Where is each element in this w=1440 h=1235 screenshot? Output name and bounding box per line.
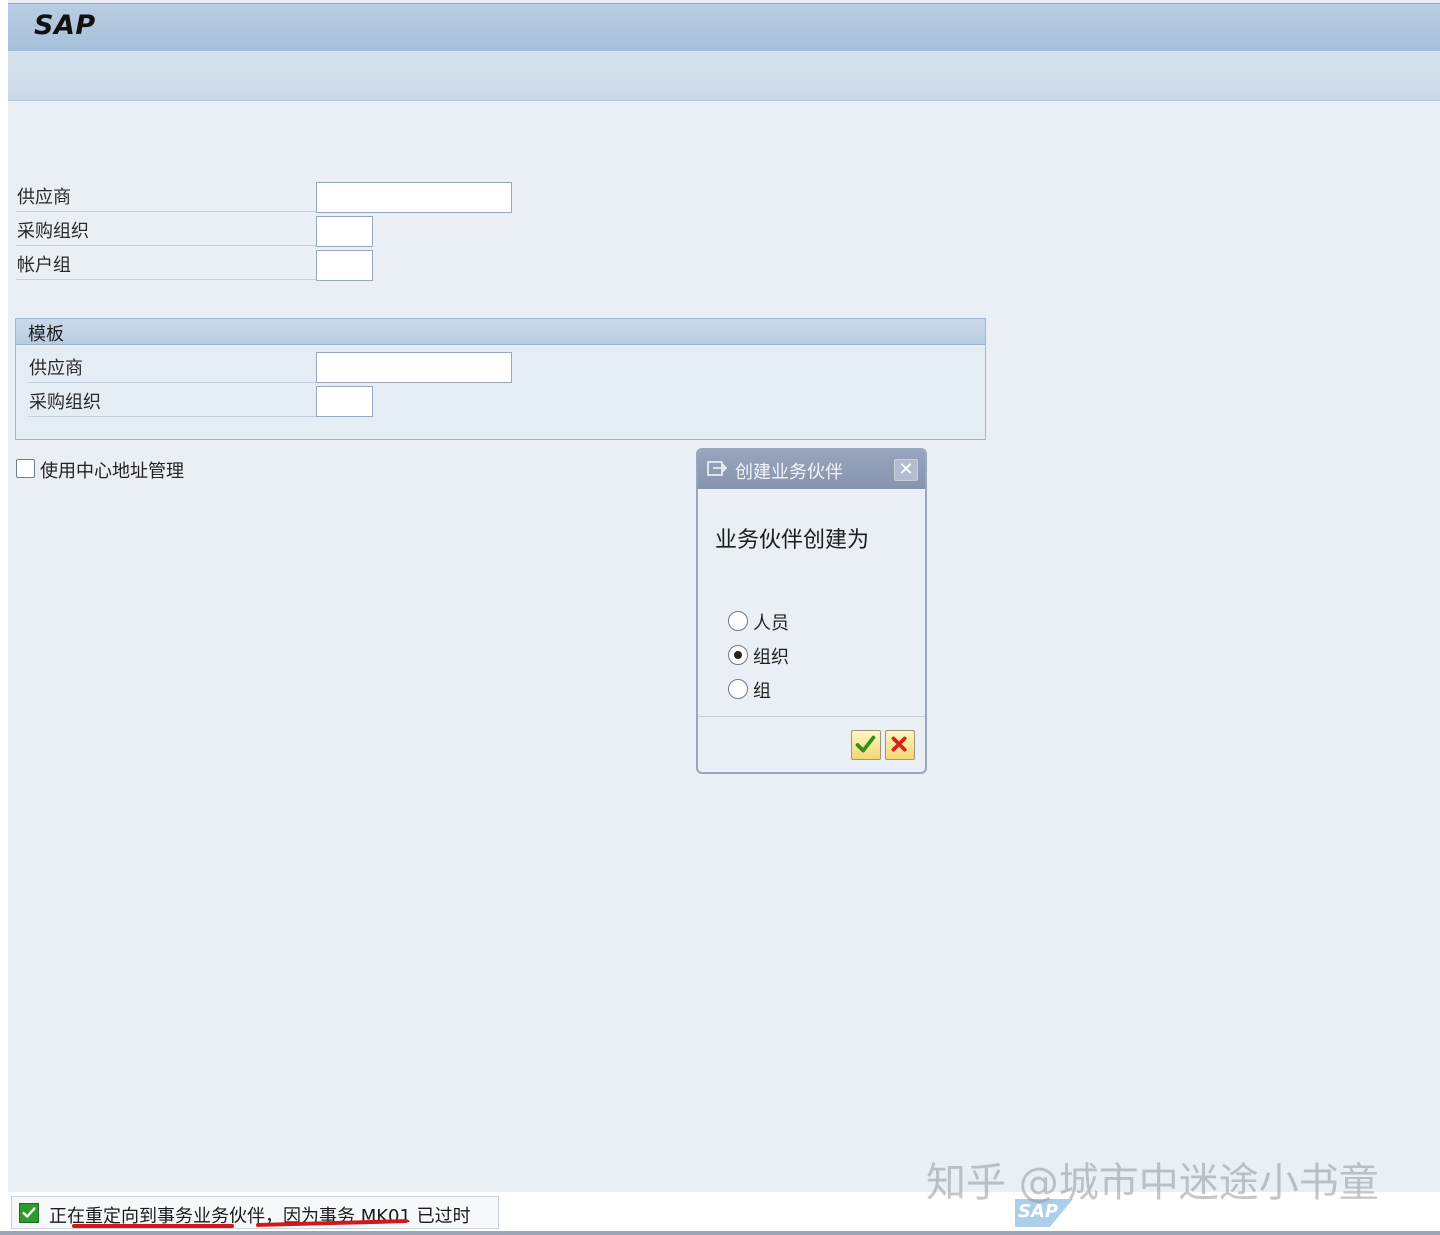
vendor-label: 供应商 <box>16 184 316 212</box>
central-address-label: 使用中心地址管理 <box>40 461 184 482</box>
radio-group[interactable] <box>728 679 748 699</box>
dialog-heading: 业务伙伴创建为 <box>715 528 870 553</box>
zhihu-watermark: 知乎 @城市中迷途小书童 <box>926 1160 1379 1206</box>
template-purch-org-label: 采购组织 <box>28 389 316 417</box>
account-group-input[interactable] <box>316 250 373 281</box>
success-check-icon <box>19 1203 39 1223</box>
template-purch-org-input[interactable] <box>316 386 373 417</box>
title-bar: SAP <box>8 3 1440 51</box>
account-group-label: 帐户组 <box>16 252 316 280</box>
bottom-strip <box>0 1231 1440 1235</box>
template-group-header: 模板 <box>16 319 985 345</box>
dialog-header: 创建业务伙伴 ✕ <box>698 450 925 489</box>
cancel-button[interactable] <box>885 730 915 760</box>
template-vendor-label: 供应商 <box>28 355 316 383</box>
dialog-title: 创建业务伙伴 <box>735 462 843 483</box>
window-title: SAP <box>34 10 96 41</box>
application-toolbar <box>8 51 1440 101</box>
radio-organization[interactable] <box>728 645 748 665</box>
vendor-input[interactable] <box>316 182 512 213</box>
central-address-checkbox[interactable] <box>16 459 35 478</box>
radio-person[interactable] <box>728 611 748 631</box>
purch-org-input[interactable] <box>316 216 373 247</box>
purch-org-label: 采购组织 <box>16 218 316 246</box>
confirm-button[interactable] <box>851 730 881 760</box>
cancel-x-icon <box>891 736 907 752</box>
dialog-window-icon <box>707 461 727 476</box>
annotation-underline-1 <box>72 1224 234 1228</box>
template-vendor-input[interactable] <box>316 352 512 383</box>
template-group-title: 模板 <box>28 324 64 345</box>
radio-organization-label: 组织 <box>753 647 789 668</box>
radio-person-label: 人员 <box>753 613 789 634</box>
radio-group-label: 组 <box>753 681 771 702</box>
close-icon[interactable]: ✕ <box>894 459 918 481</box>
create-bp-dialog: 创建业务伙伴 ✕ 业务伙伴创建为 人员 组织 组 <box>696 448 927 774</box>
dialog-footer-divider <box>698 716 925 717</box>
template-group-box: 模板 供应商 采购组织 <box>15 318 986 440</box>
check-icon <box>855 735 876 753</box>
